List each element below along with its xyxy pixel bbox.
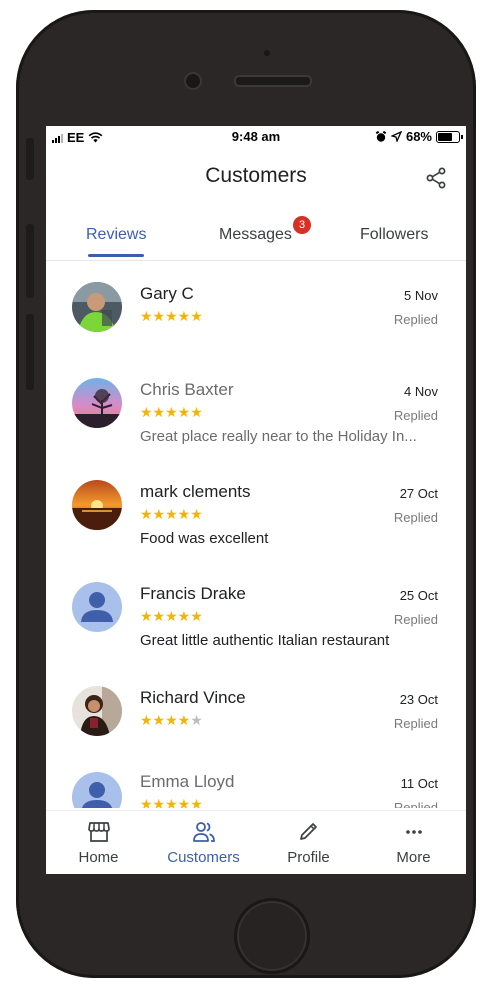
star-rating: ★★★★★ [140, 608, 203, 624]
nav-profile[interactable]: Profile [256, 811, 361, 874]
reply-status: Replied [393, 510, 438, 525]
default-avatar-icon [72, 772, 122, 808]
star-rating: ★★★★★ [140, 308, 203, 324]
list-item[interactable]: Emma Lloyd 11 Oct ★★★★★ Replied [46, 754, 466, 808]
tab-bar: Reviews Messages 3 Followers [46, 212, 466, 261]
review-snippet: Food was excellent [140, 530, 269, 547]
volume-down-button [26, 314, 34, 390]
nav-label: More [396, 849, 431, 866]
nav-label: Profile [287, 849, 330, 866]
reply-status: Replied [393, 716, 438, 731]
reply-status: Replied [393, 800, 438, 808]
list-item[interactable]: Francis Drake 25 Oct ★★★★★ Replied Great… [46, 562, 466, 662]
review-date: 11 Oct [400, 776, 438, 791]
list-item[interactable]: Richard Vince 23 Oct ★★★★★ Replied [46, 666, 466, 766]
avatar [72, 480, 122, 530]
battery-percent: 68% [405, 129, 432, 144]
front-camera [184, 72, 202, 90]
list-item[interactable]: Chris Baxter 4 Nov ★★★★★ Replied Great p… [46, 358, 466, 458]
status-bar: EE 9:48 am 68% [46, 126, 466, 150]
reviewer-name: Gary C [140, 284, 194, 303]
review-date: 27 Oct [399, 486, 438, 501]
nav-label: Home [78, 849, 119, 866]
reviewer-name: Richard Vince [140, 688, 246, 707]
reply-status: Replied [393, 312, 438, 327]
share-icon[interactable] [424, 166, 448, 190]
nav-home[interactable]: Home [46, 811, 151, 874]
pencil-icon [300, 823, 317, 840]
people-icon [193, 822, 215, 842]
page-title: Customers [205, 164, 307, 187]
tab-reviews[interactable]: Reviews [86, 226, 146, 244]
volume-up-button [26, 224, 34, 298]
review-date: 5 Nov [404, 288, 438, 303]
review-snippet: Great place really near to the Holiday I… [140, 428, 417, 445]
default-avatar-icon [72, 582, 122, 632]
phone-screen: EE 9:48 am 68% Customers Reviews Message… [46, 126, 466, 874]
proximity-sensor [264, 50, 270, 56]
earpiece-speaker [234, 75, 312, 87]
avatar [72, 378, 122, 428]
list-item[interactable]: mark clements 27 Oct ★★★★★ Replied Food … [46, 460, 466, 560]
reviewer-name: Francis Drake [140, 584, 246, 603]
avatar [72, 686, 122, 736]
avatar [72, 282, 122, 332]
messages-badge: 3 [293, 216, 311, 234]
reply-status: Replied [393, 612, 438, 627]
battery-icon [436, 130, 463, 143]
star-rating: ★★★★★ [140, 712, 203, 729]
star-rating: ★★★★★ [140, 796, 203, 808]
list-item[interactable]: Gary C 5 Nov ★★★★★ Replied [46, 262, 466, 362]
nav-more[interactable]: More [361, 811, 466, 874]
active-tab-indicator [88, 254, 144, 257]
home-button[interactable] [234, 898, 310, 974]
alarm-icon [375, 130, 387, 142]
nav-label: Customers [167, 849, 240, 866]
reviewer-name: Chris Baxter [140, 380, 234, 399]
more-horizontal-icon [406, 830, 422, 834]
tab-messages[interactable]: Messages [219, 226, 292, 244]
review-date: 23 Oct [399, 692, 438, 707]
review-date: 25 Oct [399, 588, 438, 603]
tab-followers[interactable]: Followers [360, 226, 428, 244]
star-rating: ★★★★★ [140, 506, 203, 522]
star-rating: ★★★★★ [140, 404, 203, 420]
location-icon [390, 131, 402, 142]
reply-status: Replied [393, 408, 438, 423]
filled-stars: ★★★★ [140, 712, 191, 728]
app-bar: Customers [46, 152, 466, 202]
empty-star: ★ [190, 712, 203, 728]
review-list: Gary C 5 Nov ★★★★★ Replied Chris Baxter … [46, 262, 466, 808]
storefront-icon [88, 822, 110, 842]
review-date: 4 Nov [404, 384, 438, 399]
nav-customers[interactable]: Customers [151, 811, 256, 874]
reviewer-name: Emma Lloyd [140, 772, 235, 791]
bottom-navigation: Home Customers Profile More [46, 810, 466, 874]
review-snippet: Great little authentic Italian restauran… [140, 632, 390, 649]
reviewer-name: mark clements [140, 482, 251, 501]
mute-switch [26, 138, 34, 180]
